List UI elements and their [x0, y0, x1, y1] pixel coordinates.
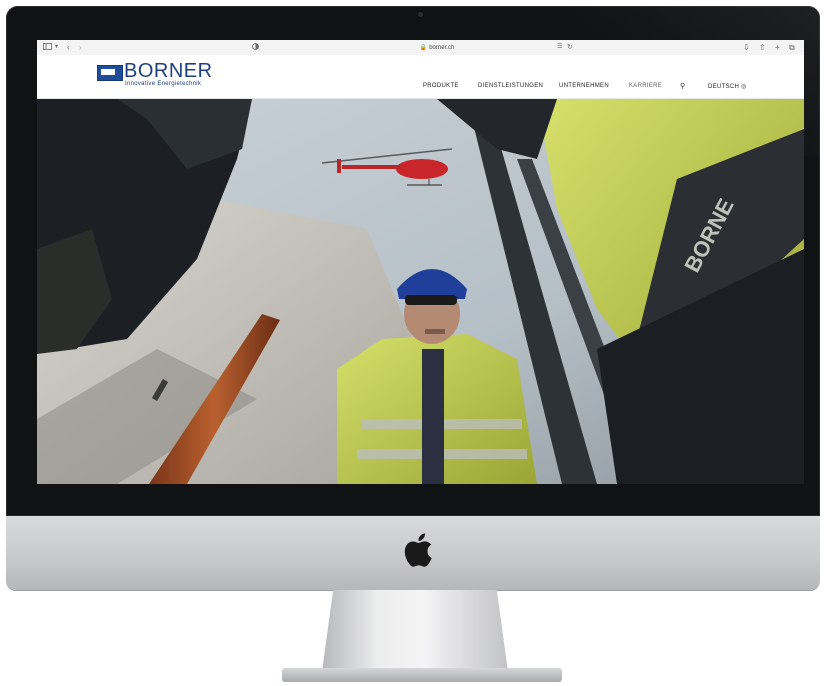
url-text: borner.ch	[429, 44, 455, 51]
camera-icon	[418, 12, 423, 17]
chevron-down-icon[interactable]: ▾	[55, 40, 58, 55]
logo-mark	[97, 65, 123, 81]
back-icon[interactable]: ‹	[67, 40, 70, 55]
nav-karriere[interactable]: KARRIERE	[629, 83, 662, 89]
lock-icon: 🔒	[419, 45, 428, 51]
globe-icon: ◎	[741, 84, 747, 90]
shield-icon[interactable]	[252, 40, 259, 55]
imac-stand-base	[282, 668, 562, 682]
nav-unternehmen[interactable]: UNTERNEHMEN	[559, 83, 609, 89]
language-selector[interactable]: DEUTSCH ◎	[708, 83, 747, 90]
nav-dienstleistungen[interactable]: DIENSTLEISTUNGEN	[478, 83, 543, 89]
apple-logo-icon	[404, 533, 432, 567]
hero-image: BORNE	[37, 99, 804, 484]
site-header: BORNER Innovative Energietechnik PRODUKT…	[37, 55, 804, 99]
share-icon[interactable]: ⇧	[759, 40, 766, 55]
search-icon[interactable]: ⚲	[680, 82, 685, 90]
browser-toolbar: ▾ ‹ › 🔒 borner.ch ☰ ↻ ⇩ ⇧ + ⧉	[37, 40, 804, 56]
language-label: DEUTSCH	[708, 84, 740, 90]
logo-text: BORNER	[124, 60, 213, 82]
imac-stand	[322, 590, 508, 672]
sidebar-icon[interactable]	[43, 40, 52, 55]
forward-icon[interactable]: ›	[79, 40, 82, 55]
nav-produkte[interactable]: PRODUKTE	[423, 83, 459, 89]
logo-tagline: Innovative Energietechnik	[125, 81, 202, 87]
reload-icon[interactable]: ↻	[567, 40, 573, 55]
address-bar[interactable]: 🔒 borner.ch	[367, 43, 507, 52]
plus-icon[interactable]: +	[775, 40, 780, 55]
translate-icon[interactable]: ☰	[557, 40, 562, 55]
download-icon[interactable]: ⇩	[743, 40, 750, 55]
screen: ▾ ‹ › 🔒 borner.ch ☰ ↻ ⇩ ⇧ + ⧉ BORNER Inn…	[37, 40, 804, 484]
tabs-icon[interactable]: ⧉	[789, 40, 795, 55]
